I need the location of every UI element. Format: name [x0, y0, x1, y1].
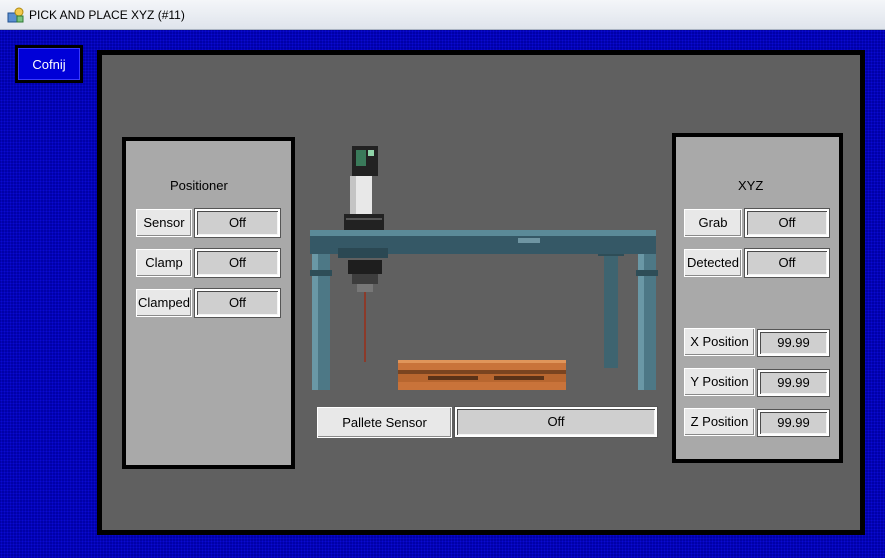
- pallet: [398, 360, 566, 390]
- x-position-label: X Position: [684, 328, 755, 356]
- detected-value: Off: [744, 248, 830, 278]
- rear-pillar: [598, 250, 624, 368]
- y-position-value: 99.99: [757, 369, 830, 397]
- app-icon: [7, 7, 24, 23]
- z-axis-actuator: [344, 146, 384, 230]
- y-position-label: Y Position: [684, 368, 755, 396]
- clamp-value: Off: [194, 248, 281, 278]
- xyz-title: XYZ: [738, 178, 764, 193]
- gantry-beam: [310, 230, 656, 258]
- clamp-label: Clamp: [136, 249, 192, 277]
- z-position-label: Z Position: [684, 408, 755, 436]
- detected-label: Detected: [684, 249, 742, 277]
- grab-label: Grab: [684, 209, 742, 237]
- window-title: PICK AND PLACE XYZ (#11): [29, 8, 185, 22]
- sensor-value: Off: [194, 208, 281, 238]
- title-bar: PICK AND PLACE XYZ (#11): [0, 0, 885, 30]
- z-position-value: 99.99: [757, 409, 830, 437]
- clamped-label: Clamped: [136, 289, 192, 317]
- clamped-value: Off: [194, 288, 281, 318]
- pallet-sensor-label: Pallete Sensor: [317, 407, 452, 438]
- gripper-head: [348, 260, 382, 362]
- pallet-sensor-value: Off: [454, 406, 658, 438]
- grab-value: Off: [744, 208, 830, 238]
- gantry-illustration: [310, 146, 658, 390]
- positioner-title: Positioner: [170, 178, 228, 193]
- back-button-label[interactable]: Cofnij: [18, 48, 80, 80]
- sensor-label: Sensor: [136, 209, 192, 237]
- back-button[interactable]: Cofnij: [15, 45, 83, 83]
- x-position-value: 99.99: [757, 329, 830, 357]
